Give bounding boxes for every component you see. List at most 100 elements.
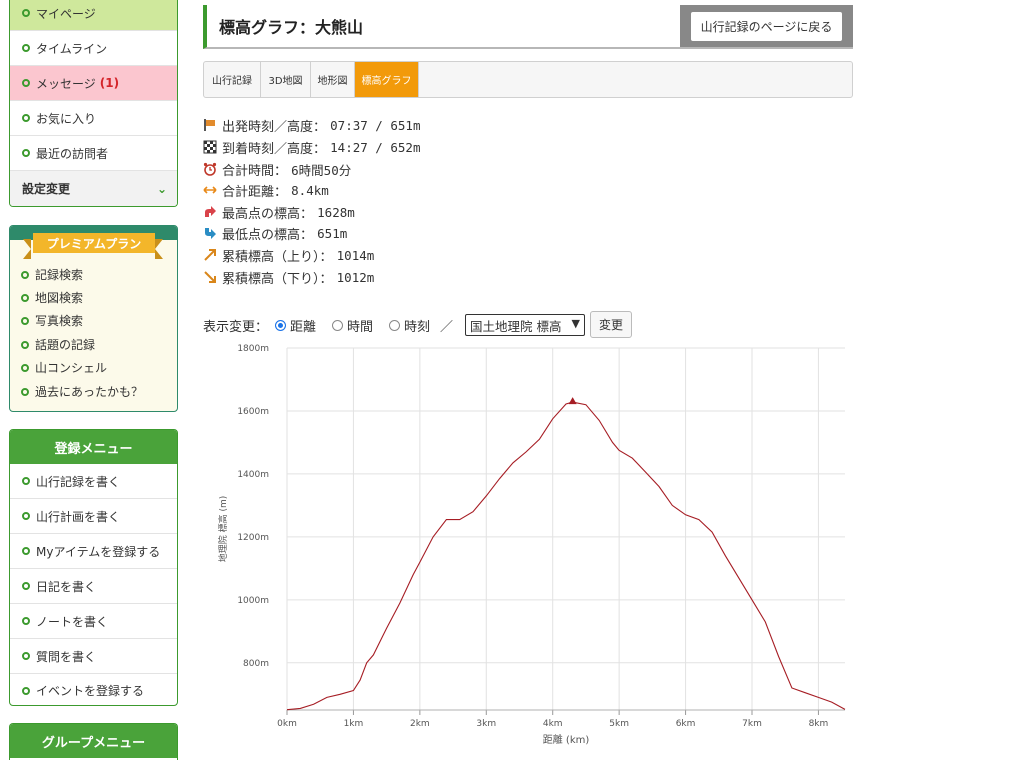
register-item-diary[interactable]: 日記を書く [10, 569, 177, 604]
menu-item-label: 山行記録を書く [36, 474, 121, 489]
stat-value: 8.4km [291, 182, 329, 198]
register-item-note[interactable]: ノートを書く [10, 604, 177, 639]
select-value: 国土地理院 標高 [470, 318, 562, 334]
stat-value: 1012m [336, 269, 375, 285]
menu-item-label: Myアイテムを登録する [36, 544, 161, 559]
sidebar-item-label: 最近の訪問者 [36, 146, 109, 161]
bullet-icon [22, 686, 30, 695]
register-item-my-item[interactable]: Myアイテムを登録する [10, 534, 177, 569]
premium-link-record-search[interactable]: 記録検索 [21, 266, 83, 283]
bullet-icon [22, 9, 30, 17]
view-tabs: 山行記録 3D地図 地形図 標高グラフ [203, 61, 853, 98]
menu-item-label: 質問を書く [36, 649, 97, 664]
chevron-down-icon: ▼ [571, 317, 580, 330]
radio-label: 時刻 [404, 319, 431, 335]
x-tick-label: 7km [742, 719, 762, 729]
back-to-record-label: 山行記録のページに戻る [690, 11, 843, 41]
sidebar-item-favorites[interactable]: お気に入り [10, 101, 177, 136]
stat-value: 1014m [336, 247, 375, 263]
radio-distance[interactable]: 距離 [275, 313, 316, 337]
link-label: 山コンシェル [35, 361, 108, 375]
sidebar-item-label: お気に入り [36, 111, 97, 126]
stat-value: 651m [317, 225, 348, 241]
premium-plan-panel: プレミアムプラン 記録検索 地図検索 写真検索 話題の記録 山コンシェル 過去に… [9, 225, 178, 412]
stat-ascent: 累積標高（上り）： 1014m [203, 246, 375, 265]
x-tick-label: 1km [344, 719, 364, 729]
radio-label: 距離 [290, 319, 317, 335]
premium-link-topic-records[interactable]: 話題の記録 [21, 336, 95, 353]
bullet-icon [22, 652, 30, 660]
register-item-event[interactable]: イベントを登録する [10, 673, 177, 705]
peak-marker-icon [568, 397, 577, 405]
descent-arrow-icon [204, 271, 216, 283]
y-tick-label: 800m [243, 659, 269, 669]
ascent-arrow-icon [204, 249, 216, 261]
sidebar-item-label: メッセージ [36, 76, 96, 91]
radio-button [275, 319, 286, 331]
menu-item-label: イベントを登録する [36, 684, 145, 698]
y-tick-label: 1800m [237, 344, 269, 354]
link-label: 記録検索 [35, 268, 84, 282]
link-label: 話題の記録 [35, 338, 96, 352]
stat-total-distance: 合計距離： 8.4km [203, 181, 329, 200]
register-item-question[interactable]: 質問を書く [10, 639, 177, 674]
bullet-icon [21, 363, 29, 372]
bullet-icon [21, 316, 29, 325]
sidebar-item-recent-visitors[interactable]: 最近の訪問者 [10, 136, 177, 171]
chart-grid [286, 347, 845, 715]
message-count-badge: (1) [99, 76, 120, 90]
x-tick-label: 3km [476, 719, 496, 729]
tab-elevation-graph[interactable]: 標高グラフ [355, 62, 419, 97]
x-tick-label: 8km [809, 719, 829, 729]
radio-time[interactable]: 時間 [332, 313, 373, 337]
premium-plan-title: プレミアムプラン [33, 233, 155, 253]
stat-value: 6時間50分 [291, 162, 352, 178]
stat-label: 合計時間： [222, 163, 288, 179]
group-menu-title: グループメニュー [10, 724, 177, 758]
link-label: 過去にあったかも？ [35, 385, 144, 399]
back-to-record-button[interactable]: 山行記録のページに戻る [680, 5, 853, 47]
register-menu-title: 登録メニュー [10, 430, 177, 464]
page-title: 標高グラフ：大熊山 [219, 18, 364, 37]
tab-record[interactable]: 山行記録 [204, 62, 261, 97]
premium-link-map-search[interactable]: 地図検索 [21, 289, 83, 306]
bullet-icon [22, 582, 30, 590]
tab-topo-map[interactable]: 地形図 [311, 62, 355, 97]
register-menu-panel: 登録メニュー 山行記録を書く 山行計画を書く Myアイテムを登録する 日記を書く… [9, 429, 178, 706]
bullet-icon [21, 270, 29, 279]
stat-value: 1628m [317, 204, 355, 220]
y-axis-ticks: 800m 1000m 1200m 1400m 1600m 1800m [237, 344, 269, 669]
sidebar-item-messages[interactable]: メッセージ (1) [10, 66, 177, 101]
sidebar-item-timeline[interactable]: タイムライン [10, 31, 177, 66]
chevron-down-icon: ⌄ [156, 181, 167, 196]
elevation-line [286, 401, 846, 711]
register-item-record[interactable]: 山行記録を書く [10, 464, 177, 499]
premium-ribbon: プレミアムプラン [10, 226, 177, 266]
x-tick-label: 4km [543, 719, 563, 729]
stat-value: 07:37 / 651m [330, 117, 421, 133]
y-tick-label: 1200m [237, 533, 269, 543]
bullet-icon [21, 293, 29, 302]
sidebar-item-mypage[interactable]: マイページ [10, 0, 177, 31]
premium-link-past-maybe[interactable]: 過去にあったかも？ [21, 383, 143, 400]
change-button[interactable]: 変更 [590, 311, 632, 338]
bullet-icon [21, 340, 29, 349]
register-item-plan[interactable]: 山行計画を書く [10, 499, 177, 534]
stat-label: 出発時刻／高度： [222, 119, 327, 135]
elevation-source-select[interactable]: 国土地理院 標高 ▼ [465, 314, 585, 336]
stat-descent: 累積標高（下り）： 1012m [203, 268, 375, 287]
stat-label: 到着時刻／高度： [222, 141, 327, 157]
settings-toggle[interactable]: 設定変更 ⌄ [10, 171, 177, 206]
bullet-icon [21, 387, 29, 396]
menu-item-label: 山行計画を書く [36, 509, 121, 524]
stat-label: 最高点の標高： [222, 206, 314, 222]
x-tick-label: 0km [277, 719, 297, 729]
premium-link-yama-concierge[interactable]: 山コンシェル [21, 359, 107, 376]
radio-clock-time[interactable]: 時刻 [389, 313, 430, 337]
stat-lowest: 最低点の標高： 651m [203, 224, 348, 243]
bullet-icon [22, 477, 30, 485]
settings-label: 設定変更 [22, 182, 71, 196]
tab-3d-map[interactable]: 3D地図 [261, 62, 311, 97]
premium-link-photo-search[interactable]: 写真検索 [21, 312, 83, 329]
stat-total-time: 合計時間： 6時間50分 [203, 160, 352, 179]
